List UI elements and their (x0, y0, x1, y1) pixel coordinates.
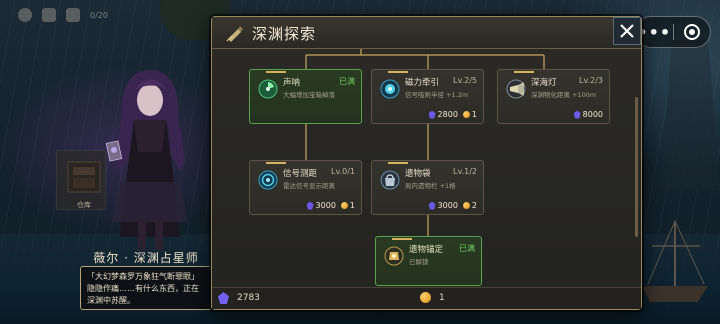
upgrade-node-relic-bag[interactable]: 遗物袋 Lv.1/2 局内遗物栏 +1格 3000 2 (371, 160, 484, 215)
gem-cost: 3000 (437, 201, 458, 210)
coin-balance-value: 1 (439, 292, 445, 303)
node-description: 雷达信号显示距离 (283, 182, 335, 190)
node-cost: 3000 2 (428, 201, 477, 210)
top-left-hud: 0/20 (18, 8, 108, 22)
node-description: 信号吸附半径 +1.2m (405, 91, 469, 99)
upgrade-node-relic-anchor[interactable]: 遗物锚定 已满 已解锁 (375, 236, 482, 286)
coin-icon (420, 292, 431, 303)
node-accent (388, 162, 408, 164)
gem-icon (428, 201, 436, 210)
ship-silhouette (642, 220, 708, 302)
coin-icon (462, 111, 470, 118)
gem-balance: 2783 (218, 292, 260, 304)
node-cost: 3000 1 (306, 201, 355, 210)
coin-cost: 1 (349, 201, 355, 210)
abyss-exploration-panel: 深渊探索 声呐 已满 大幅增加宝箱掉落 磁力牵引 Lv.2/5 信号吸附半径 +… (211, 16, 642, 310)
gem-cost: 8000 (582, 110, 603, 119)
node-accent (514, 71, 534, 73)
storage-building[interactable]: 仓库 (66, 158, 102, 209)
settings-gear-icon[interactable] (18, 8, 32, 22)
node-name: 声呐 (283, 78, 301, 88)
gem-cost: 2800 (437, 110, 458, 119)
magnet-icon (380, 79, 400, 99)
gem-icon (573, 110, 581, 119)
anchor-icon (384, 246, 404, 266)
radar-icon (258, 170, 278, 190)
node-level: Lv.0/1 (331, 167, 355, 176)
node-cost: 8000 (573, 110, 603, 119)
coin-icon (340, 202, 348, 209)
node-accent (388, 71, 408, 73)
gem-icon (306, 201, 314, 210)
coin-balance: 1 (420, 292, 445, 303)
astrologer-character-portrait (105, 70, 188, 250)
node-name: 遗物袋 (405, 169, 431, 179)
upgrade-node-sonar[interactable]: 声呐 已满 大幅增加宝箱掉落 (249, 69, 362, 124)
node-name: 深海灯 (531, 78, 557, 88)
lamp-icon (506, 79, 526, 99)
character-name: 薇尔 · 深渊占星师 (93, 251, 199, 265)
node-name: 信号测距 (283, 169, 318, 179)
node-accent (266, 162, 286, 164)
node-level: Lv.1/2 (453, 167, 477, 176)
gem-cost: 3000 (315, 201, 336, 210)
gem-icon (218, 292, 229, 304)
bag-icon (380, 170, 400, 190)
upgrade-node-magnet[interactable]: 磁力牵引 Lv.2/5 信号吸附半径 +1.2m 2800 1 (371, 69, 484, 124)
storage-label: 仓库 (77, 201, 91, 209)
upgrade-node-deep-sea-lamp[interactable]: 深海灯 Lv.2/3 深渊物化距离 +100m 8000 (497, 69, 610, 124)
node-description: 已解锁 (409, 258, 429, 266)
coin-icon (462, 202, 470, 209)
node-accent (392, 238, 412, 240)
tree-scrollbar[interactable] (635, 97, 638, 237)
ticket-icon (66, 8, 80, 22)
coin-cost: 1 (471, 110, 477, 119)
sonar-icon (258, 79, 278, 99)
close-icon (620, 24, 634, 38)
coin-cost: 2 (471, 201, 477, 210)
upgrade-tree: 声呐 已满 大幅增加宝箱掉落 磁力牵引 Lv.2/5 信号吸附半径 +1.2m … (212, 49, 636, 289)
gem-icon (428, 110, 436, 119)
panel-title: 深渊探索 (252, 25, 317, 43)
node-name: 磁力牵引 (405, 78, 440, 88)
node-description: 局内遗物栏 +1格 (405, 182, 456, 190)
resource-footer: 2783 1 (212, 287, 641, 309)
node-level: Lv.2/3 (579, 76, 603, 85)
panel-header: 深渊探索 (212, 17, 641, 49)
gem-balance-value: 2783 (237, 293, 260, 303)
node-accent (266, 71, 286, 73)
character-quote-box: 「大幻梦森罗万象狂气断罪眼」隐隐作痛……有什么东西，正在深渊中苏醒。 (80, 266, 212, 310)
node-description: 深渊物化距离 +100m (531, 91, 597, 99)
node-level: 已满 (459, 244, 475, 253)
node-level: Lv.2/5 (453, 76, 477, 85)
node-name: 遗物锚定 (409, 245, 444, 255)
upgrade-node-signal-ranging[interactable]: 信号测距 Lv.0/1 雷达信号显示距离 3000 1 (249, 160, 362, 215)
node-level: 已满 (339, 77, 355, 86)
miniprogram-capsule: ••• (635, 16, 711, 48)
close-button[interactable] (613, 17, 641, 45)
telescope-icon (226, 26, 243, 42)
exit-miniprogram-button[interactable] (673, 24, 710, 40)
target-circle-icon (683, 24, 700, 40)
storage-icon (67, 161, 101, 193)
node-cost: 2800 1 (428, 110, 477, 119)
node-description: 大幅增加宝箱掉落 (283, 91, 335, 99)
folder-icon[interactable] (42, 8, 56, 22)
ticket-counter: 0/20 (90, 10, 108, 20)
